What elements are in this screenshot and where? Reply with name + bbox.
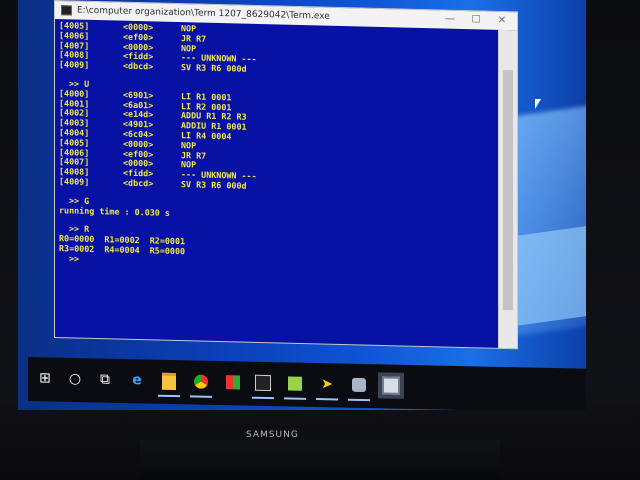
terminal-button[interactable] (250, 370, 276, 400)
store-button[interactable] (220, 369, 246, 396)
vertical-scrollbar[interactable] (498, 29, 517, 349)
taskbar: ⊞ ○ ⧉ e ➤ (28, 357, 586, 410)
asm-address: [4009] (59, 59, 90, 71)
desktop-screen: E:\computer organization\Term 1207_86290… (18, 0, 586, 410)
close-button[interactable]: ✕ (495, 14, 509, 28)
yellow-arrow-icon: ➤ (321, 376, 333, 393)
pin-icon (352, 377, 366, 393)
asm-opcode: <dbcd> (123, 60, 154, 72)
running-term-button[interactable] (378, 372, 404, 399)
task-view-button[interactable]: ⧉ (92, 366, 118, 393)
disassembly-block-2: [4000] <6901> LI R1 0001 [4001] <6a01> LI R2… (59, 88, 493, 198)
monitor-stand (140, 440, 500, 480)
asm-instruction: SV R3 R6 000d (181, 62, 247, 74)
notepad-icon (288, 376, 302, 391)
mouse-cursor-icon (535, 99, 541, 109)
console-output[interactable]: [4005] <0000> NOP [4006] <ef00> JR R7 [4007]… (59, 20, 493, 348)
terminal-icon (255, 374, 271, 392)
asm-address: [4009] (59, 176, 90, 187)
start-button[interactable]: ⊞ (32, 365, 58, 392)
windows-wallpaper-pane (518, 224, 586, 326)
asm-opcode: <dbcd> (123, 177, 154, 189)
chrome-icon (194, 374, 208, 389)
scrollbar-thumb[interactable] (503, 69, 513, 311)
asm-instruction: SV R3 R6 000d (181, 179, 247, 191)
file-explorer-button[interactable] (156, 368, 182, 398)
pin-app-button[interactable] (346, 372, 372, 402)
store-icon (226, 375, 240, 390)
task-view-icon: ⧉ (100, 371, 110, 388)
chrome-button[interactable] (188, 368, 214, 398)
window-title: E:\computer organization\Term 1207_86290… (77, 5, 330, 22)
search-button[interactable]: ○ (62, 366, 88, 393)
folder-icon (162, 372, 176, 390)
monitor-brand-logo: SAMSUNG (246, 430, 299, 440)
notepad-button[interactable] (282, 370, 308, 400)
maximize-button[interactable]: ☐ (469, 13, 483, 27)
search-circle-icon: ○ (68, 370, 82, 388)
minimize-button[interactable]: — (443, 13, 457, 27)
arrow-app-button[interactable]: ➤ (314, 371, 340, 401)
window-icon (382, 376, 400, 395)
console-window[interactable]: E:\computer organization\Term 1207_86290… (54, 0, 518, 350)
edge-icon: e (132, 372, 142, 389)
edge-button[interactable]: e (124, 367, 150, 394)
windows-logo-icon: ⊞ (39, 370, 51, 387)
console-app-icon (61, 5, 72, 16)
